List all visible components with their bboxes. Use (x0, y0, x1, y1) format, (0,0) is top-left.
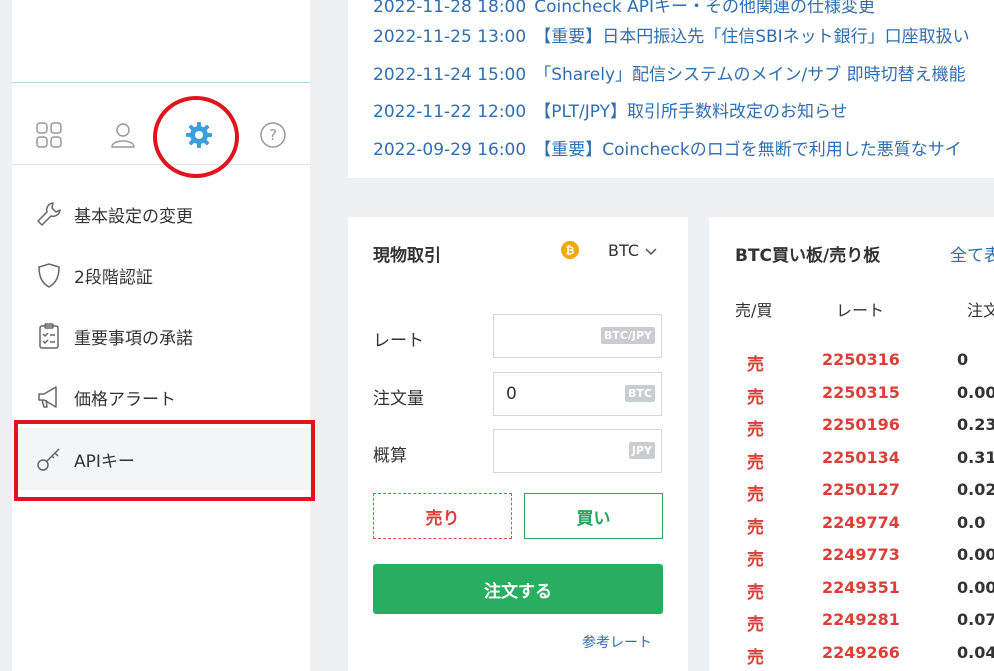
rate-input[interactable]: BTC/JPY (493, 314, 662, 358)
settings-sidebar: ? 基本設定の変更 2段階認証 重要事項の承諾 価格アラート APIキー (12, 0, 310, 671)
column-header-side: 売/買 (735, 301, 773, 320)
order-book-row[interactable]: 売 2250315 0.007 (709, 383, 994, 415)
megaphone-icon (34, 382, 64, 412)
checklist-icon (34, 321, 64, 351)
unit-badge: BTC/JPY (600, 327, 655, 344)
row-rate: 2250315 (822, 382, 900, 402)
menu-item-price-alert[interactable]: 価格アラート (12, 366, 310, 428)
grid-icon[interactable] (34, 120, 64, 150)
user-icon[interactable] (108, 120, 138, 150)
estimate-label: 概算 (373, 446, 407, 466)
order-book-row[interactable]: 売 2249266 0.04 (709, 643, 994, 671)
column-header-rate: レート (836, 301, 885, 320)
order-book-row[interactable]: 売 2250127 0.021 (709, 480, 994, 512)
row-side: 売 (747, 647, 764, 668)
panel-title: 現物取引 (373, 246, 441, 266)
help-icon[interactable]: ? (258, 120, 288, 150)
menu-label: 基本設定の変更 (74, 206, 193, 227)
unit-badge: JPY (628, 442, 655, 459)
row-side: 売 (747, 452, 764, 473)
row-amount: 0.04 (957, 642, 994, 662)
row-side: 売 (747, 420, 764, 440)
row-rate: 2250196 (822, 415, 900, 434)
row-side: 売 (747, 517, 764, 538)
annotation-box (14, 420, 315, 501)
show-all-link[interactable]: 全て表 (950, 241, 994, 266)
menu-item-basic-settings[interactable]: 基本設定の変更 (12, 183, 310, 245)
row-side: 売 (747, 355, 764, 375)
news-item[interactable]: 2022-11-22 12:00 【PLT/JPY】取引所手数料改定のお知らせ (373, 97, 848, 122)
order-book-row[interactable]: 売 2249281 0.077 (709, 610, 994, 642)
row-rate: 2250316 (822, 350, 900, 369)
row-rate: 2250134 (822, 447, 900, 467)
column-header-amount: 注文 (967, 301, 994, 320)
amount-label: 注文量 (373, 389, 424, 409)
sell-toggle-button[interactable]: 売り (373, 493, 512, 539)
svg-text:?: ? (269, 126, 277, 144)
news-item-partial[interactable]: 2022-11-28 18:00 Coincheck APIキー・その他関連の仕様… (373, 0, 875, 17)
buy-toggle-button[interactable]: 買い (524, 493, 663, 539)
order-book-row[interactable]: 売 2250316 0 (709, 350, 994, 382)
row-amount: 0.00 (957, 545, 994, 564)
order-book-panel: BTC買い板/売り板 全て表 売/買 レート 注文 売 2250316 0 売 2250… (709, 217, 994, 671)
amount-input[interactable]: 0 BTC (493, 372, 662, 416)
rate-label: レート (373, 331, 424, 351)
row-rate: 2249773 (822, 545, 900, 564)
panel-title: BTC買い板/売り板 (735, 246, 881, 266)
row-amount: 0.236 (957, 415, 994, 434)
row-rate: 2249281 (822, 610, 900, 629)
order-book-row[interactable]: 売 2249773 0.00 (709, 545, 994, 577)
row-side: 売 (747, 550, 764, 570)
place-order-button[interactable]: 注文する (373, 564, 663, 614)
row-rate: 2249351 (822, 577, 900, 597)
order-book-row[interactable]: 売 2250196 0.236 (709, 415, 994, 447)
spot-trade-panel: 現物取引 ₿ BTC レート BTC/JPY 注文量 0 BTC 概算 JPY … (348, 217, 688, 671)
menu-item-two-factor[interactable]: 2段階認証 (12, 244, 310, 306)
row-amount: 0 (957, 350, 969, 369)
row-amount: 0.00 (957, 577, 994, 597)
row-rate: 2249266 (822, 642, 900, 662)
coin-select[interactable]: BTC (608, 241, 657, 260)
menu-item-important-terms[interactable]: 重要事項の承諾 (12, 305, 310, 367)
news-item[interactable]: 2022-11-24 15:00 「Sharely」配信システムのメイン/サブ 即… (373, 60, 966, 85)
unit-badge: BTC (625, 385, 655, 402)
row-side: 売 (747, 387, 764, 408)
menu-label: 重要事項の承諾 (74, 328, 193, 349)
bitcoin-icon: ₿ (561, 241, 579, 259)
news-item[interactable]: 2022-09-29 16:00 【重要】Coincheckのロゴを無断で利用した… (373, 135, 962, 160)
news-panel: 2022-11-28 18:00 Coincheck APIキー・その他関連の仕様… (348, 0, 994, 178)
row-amount: 0.077 (957, 610, 994, 629)
news-item[interactable]: 2022-11-25 13:00 【重要】日本円振込先「住信SBIネット銀行」口座… (373, 22, 970, 47)
estimate-input[interactable]: JPY (493, 429, 662, 473)
row-rate: 2249774 (822, 512, 900, 532)
menu-label: 2段階認証 (74, 267, 153, 288)
annotation-circle (153, 96, 239, 178)
row-rate: 2250127 (822, 480, 900, 499)
row-side: 売 (747, 615, 764, 635)
row-side: 売 (747, 485, 764, 505)
order-book-row[interactable]: 売 2249774 0.0 (709, 513, 994, 545)
order-book-row[interactable]: 売 2249351 0.00 (709, 578, 994, 610)
row-amount: 0.007 (957, 382, 994, 402)
wrench-icon (34, 199, 64, 229)
coin-select-value: BTC (608, 241, 639, 260)
row-amount: 0.021 (957, 480, 994, 499)
row-side: 売 (747, 582, 764, 603)
shield-icon (34, 260, 64, 290)
menu-label: 価格アラート (74, 389, 176, 410)
row-amount: 0.0 (957, 512, 986, 532)
reference-rate-link[interactable]: 参考レート (582, 632, 652, 652)
divider (12, 82, 310, 83)
row-amount: 0.314 (957, 447, 994, 467)
chevron-down-icon (645, 241, 657, 260)
order-book-row[interactable]: 売 2250134 0.314 (709, 448, 994, 480)
